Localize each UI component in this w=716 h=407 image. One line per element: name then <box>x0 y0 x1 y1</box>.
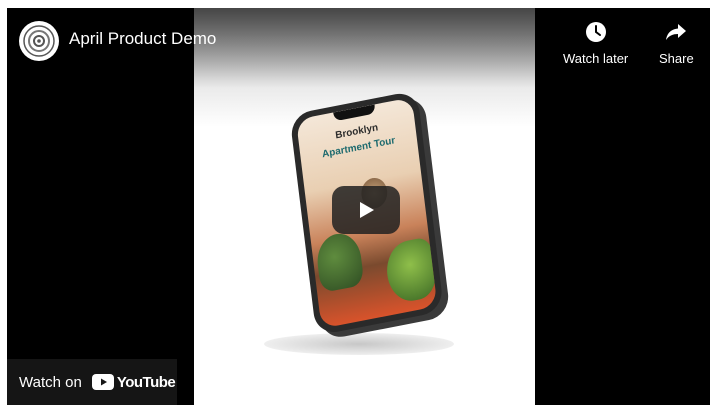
youtube-wordmark: YouTube <box>116 373 176 391</box>
plant-shape-left <box>314 229 365 294</box>
share-button[interactable]: Share <box>659 21 694 66</box>
watch-later-button[interactable]: Watch later <box>563 21 628 66</box>
watch-on-youtube-button[interactable]: Watch on YouTube <box>7 359 177 405</box>
play-icon <box>360 202 374 218</box>
channel-avatar-icon[interactable] <box>19 21 59 61</box>
watch-later-label: Watch later <box>563 51 629 66</box>
share-label: Share <box>659 51 694 66</box>
channel-logo-icon <box>23 25 55 57</box>
video-title-link[interactable]: April Product Demo <box>69 29 216 49</box>
play-button[interactable] <box>332 186 400 234</box>
video-embed-player[interactable]: Brooklyn Apartment Tour April Product De… <box>7 8 710 405</box>
clock-icon <box>585 22 606 42</box>
youtube-play-mark-icon <box>91 374 114 390</box>
phone-notch <box>333 104 376 122</box>
share-arrow-icon <box>666 24 687 40</box>
plant-shape-right <box>383 236 438 305</box>
watch-on-label: Watch on <box>19 373 82 391</box>
phone-shadow <box>264 333 454 355</box>
youtube-logo-icon: YouTube <box>91 373 176 391</box>
